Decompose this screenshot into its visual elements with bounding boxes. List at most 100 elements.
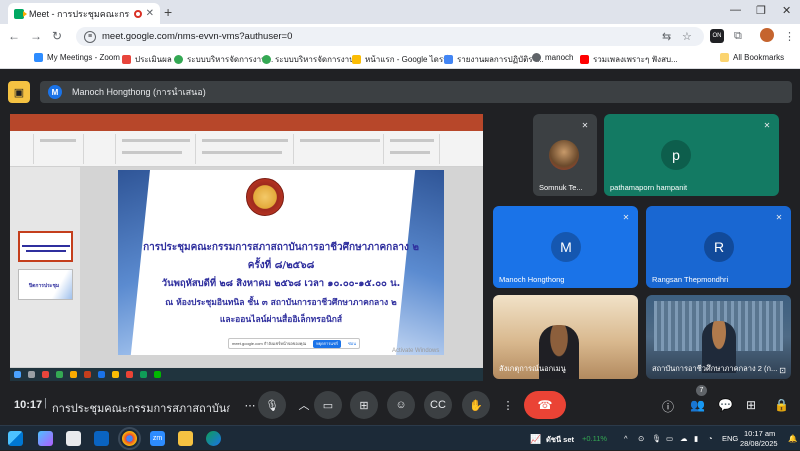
participant-tile[interactable]: p ✕ pathamaporn hampanit <box>604 114 779 196</box>
participant-tile[interactable]: สถาบันการอาชีวศึกษาภาคกลาง 2 (ก... ⊡ <box>646 295 791 379</box>
new-tab-button[interactable]: + <box>164 4 172 20</box>
stock-name[interactable]: ดัชนี set <box>546 434 574 446</box>
battery-icon[interactable]: ▮ <box>694 434 698 443</box>
bookmark-item[interactable]: My Meetings - Zoom <box>34 53 120 62</box>
muted-mic-icon: ✕ <box>622 213 630 222</box>
folder-icon <box>720 53 729 62</box>
google-meet-tray-icon[interactable]: ⊙ <box>638 434 644 443</box>
url-text: meet.google.com/nms-evvn-vms?authuser=0 <box>102 31 293 42</box>
meet-favicon-icon <box>14 8 27 19</box>
site-info-icon[interactable]: ≡ <box>84 30 96 43</box>
recording-indicator-icon <box>133 9 142 18</box>
pin-icon[interactable]: ⊡ <box>779 366 786 375</box>
start-icon[interactable] <box>8 431 23 446</box>
google-drive-icon <box>352 55 361 64</box>
reload-icon[interactable]: ↻ <box>52 29 62 43</box>
bookmark-icon <box>444 55 453 64</box>
participant-avatar: p <box>661 140 691 170</box>
meeting-clock: 10:17 <box>14 399 43 411</box>
participant-photo <box>549 140 579 170</box>
bookmark-item[interactable]: รายงานผลการปฏิบัติรา... <box>444 53 544 66</box>
host-controls-icon[interactable]: 🔒 <box>774 398 789 412</box>
slide-thumbnail-2[interactable]: ปิดการประชุม <box>18 269 73 300</box>
presenter-label: Manoch Hongthong (การนำเสนอ) <box>72 87 206 97</box>
profile-avatar[interactable] <box>760 28 774 42</box>
emoji-icon: ☺ <box>395 399 407 411</box>
bookmark-item[interactable]: รวมเพลงเพราะๆ ฟังสบ... <box>580 53 678 66</box>
more-options-icon[interactable]: ⋮ <box>498 391 518 419</box>
bookmark-item[interactable]: manoch <box>532 53 573 62</box>
menu-dots-icon[interactable]: ⋮ <box>784 30 795 43</box>
maximize-icon[interactable]: ❐ <box>756 4 766 17</box>
captions-icon: CC <box>430 399 446 411</box>
participant-tile[interactable]: R ✕ Rangsan Thepmondhri <box>646 206 791 288</box>
extensions-puzzle-icon[interactable]: ⧉ <box>734 30 742 43</box>
extension-icon[interactable]: ON <box>710 29 724 43</box>
participant-tile[interactable]: M ✕ Manoch Hongthong <box>493 206 638 288</box>
end-call-button[interactable]: ☎ <box>524 391 566 419</box>
participant-tile[interactable]: ✕ Somnuk Te... <box>533 114 597 196</box>
browser-tab[interactable]: Meet - การประชุมคณะกรรมการ ✕ <box>8 3 160 24</box>
muted-mic-icon: ✕ <box>581 121 589 130</box>
present-button[interactable]: ⊞ <box>350 391 378 419</box>
slide-editor: การประชุมคณะกรรมการสภาสถาบันการอาชีวศึกษ… <box>80 167 483 367</box>
minimize-icon[interactable]: — <box>730 4 741 16</box>
people-icon[interactable]: 👥 <box>690 398 705 412</box>
stock-change: +0.11% <box>582 434 608 443</box>
raise-hand-button[interactable]: ✋ <box>462 391 490 419</box>
slide-thumbnail-1[interactable] <box>18 231 73 262</box>
microphone-button[interactable]: 🎙 <box>258 391 286 419</box>
emoji-button[interactable]: ☺ <box>387 391 415 419</box>
file-explorer-icon[interactable] <box>178 431 193 446</box>
forward-icon[interactable]: → <box>30 29 42 43</box>
bookmark-item[interactable]: ระบบบริหารจัดการงาน... <box>174 53 273 66</box>
bookmark-star-icon[interactable]: ☆ <box>682 30 692 43</box>
notifications-icon[interactable]: 🔔 <box>788 434 797 443</box>
info-icon[interactable]: ⓘ <box>662 398 674 415</box>
presentation-icon: ▣ <box>8 81 30 103</box>
chrome-icon[interactable] <box>118 427 141 450</box>
edge-icon[interactable] <box>206 431 221 446</box>
bookmark-item[interactable]: ระบบบริหารจัดการงาน... <box>262 53 361 66</box>
tab-close-icon[interactable]: ✕ <box>146 8 154 19</box>
bookmark-item[interactable]: หน้าแรก - Google ไดรฟ์ <box>352 53 449 66</box>
clock-date[interactable]: 28/08/2025 <box>740 439 778 448</box>
youtube-icon <box>580 55 589 64</box>
slide-line-2: ครั้งที่ ๘/๒๕๖๘ <box>247 260 315 271</box>
copilot-icon[interactable] <box>38 431 53 446</box>
zoom-app-icon[interactable]: zm <box>150 431 165 446</box>
window-close-icon[interactable]: ✕ <box>782 4 791 17</box>
institution-seal-icon <box>246 178 284 216</box>
camera-tray-icon[interactable]: ▭ <box>666 434 673 443</box>
slide-line-3: วันพฤหัสบดีที่ ๒๘ สิงหาคม ๒๕๖๘ เวลา ๑๐.๐… <box>161 278 401 289</box>
all-bookmarks[interactable]: All Bookmarks <box>720 53 784 62</box>
outlook-icon[interactable] <box>94 431 109 446</box>
store-icon[interactable] <box>66 431 81 446</box>
current-slide: การประชุมคณะกรรมการสภาสถาบันการอาชีวศึกษ… <box>118 170 444 355</box>
tray-overflow-icon[interactable]: ^ <box>624 434 628 443</box>
present-screen-icon: ⊞ <box>359 399 369 412</box>
stop-sharing-button[interactable]: หยุดการแชร์ <box>313 340 341 348</box>
back-icon[interactable]: ← <box>8 29 20 43</box>
translate-icon[interactable]: ⇆ <box>662 30 671 43</box>
onedrive-icon[interactable]: ☁ <box>680 434 688 443</box>
captions-button[interactable]: CC <box>424 391 452 419</box>
participant-count-badge: 7 <box>696 385 707 396</box>
participant-avatar: R <box>704 232 734 262</box>
globe-icon <box>532 53 541 62</box>
network-icon[interactable]: ◔ <box>708 434 713 443</box>
bookmark-item[interactable]: ประเมินผล <box>122 53 172 66</box>
clock-time[interactable]: 10:17 am <box>744 429 775 438</box>
shared-taskbar <box>10 368 483 381</box>
mic-tray-icon[interactable]: 🎙 <box>652 434 662 443</box>
camera-button[interactable]: ▭ <box>314 391 342 419</box>
address-bar[interactable]: ≡ meet.google.com/nms-evvn-vms?authuser=… <box>76 27 704 46</box>
presenter-bar: M Manoch Hongthong (การนำเสนอ) <box>40 81 792 103</box>
language-indicator[interactable]: ENG <box>722 434 738 443</box>
muted-mic-icon: ✕ <box>763 121 771 130</box>
participant-tile[interactable]: สังเกตุการณ์นอกเมนู <box>493 295 638 379</box>
activities-icon[interactable]: ⊞ <box>746 398 756 412</box>
hang-up-icon: ☎ <box>537 398 553 412</box>
chat-icon[interactable]: 💬 <box>718 398 733 412</box>
hide-notice-button[interactable]: ซ่อน <box>348 340 356 348</box>
